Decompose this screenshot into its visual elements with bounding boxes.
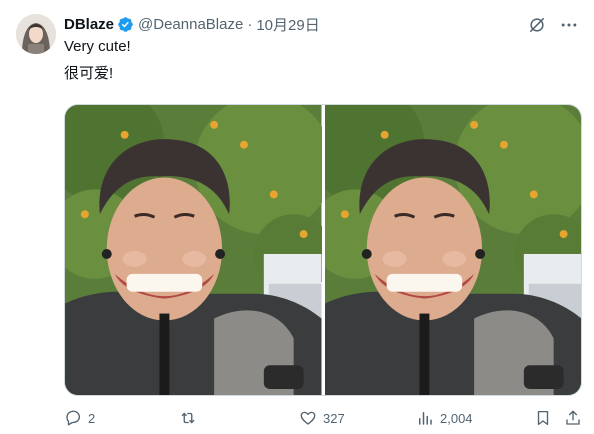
media-photo[interactable] <box>65 105 322 395</box>
share-icon <box>566 410 580 425</box>
handle[interactable]: @DeannaBlaze <box>138 16 243 33</box>
like-count: 327 <box>323 410 345 426</box>
verified-badge-icon <box>117 16 134 33</box>
reply-icon <box>66 410 81 426</box>
display-name[interactable]: DBlaze <box>64 16 114 33</box>
media-grid <box>64 104 582 396</box>
avatar[interactable] <box>16 14 56 54</box>
separator: · <box>247 15 253 33</box>
reply-count: 2 <box>88 410 96 426</box>
action-bar: 2 327 2,004 <box>64 406 582 430</box>
like-button[interactable]: 327 <box>299 406 345 430</box>
share-button[interactable] <box>564 406 582 430</box>
bookmark-icon <box>537 410 549 426</box>
media-photo[interactable] <box>324 105 581 395</box>
post-text-line-1: Very cute! <box>64 38 131 55</box>
like-icon <box>300 411 316 425</box>
more-icon[interactable] <box>558 14 580 36</box>
views-button[interactable]: 2,004 <box>416 406 473 430</box>
top-icons <box>526 14 580 36</box>
reply-button[interactable]: 2 <box>64 406 95 430</box>
grok-icon[interactable] <box>526 14 548 36</box>
bookmark-button[interactable] <box>534 406 552 430</box>
views-icon <box>419 412 432 425</box>
post-header: DBlaze @DeannaBlaze · 10月29日 <box>64 14 320 34</box>
post-text-line-2: 很可爱! <box>64 65 114 82</box>
retweet-icon <box>181 412 195 424</box>
timestamp[interactable]: 10月29日 <box>256 14 319 35</box>
views-count: 2,004 <box>440 410 473 426</box>
retweet-button[interactable] <box>179 406 203 430</box>
